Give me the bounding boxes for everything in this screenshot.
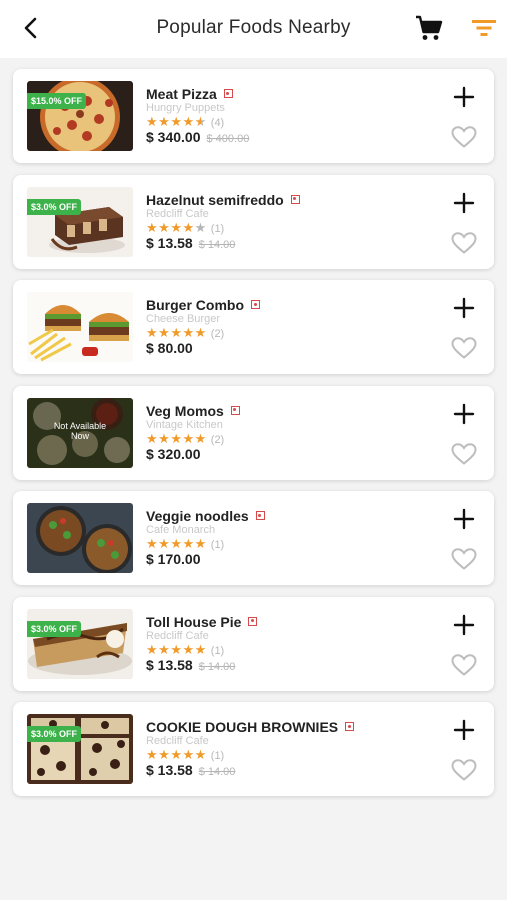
add-icon[interactable] <box>453 192 475 214</box>
rating-stars: ★★★★★ (2) <box>146 325 225 340</box>
rating-stars: ★★★★★ (4) <box>146 114 225 129</box>
restaurant-name: Redcliff Cafe <box>146 207 209 220</box>
restaurant-name: Hungry Puppets <box>146 102 225 114</box>
non-veg-icon <box>290 194 300 204</box>
food-name: Veggie noodles <box>146 508 265 524</box>
non-veg-icon <box>251 300 260 309</box>
food-name: Veg Momos <box>146 403 240 419</box>
food-image: $15.0% OFF <box>27 81 133 151</box>
availability-label: Not Available Now <box>53 420 107 441</box>
food-card[interactable]: $3.0% OFF Toll House Pie Redcliff Cafe ★… <box>13 596 494 691</box>
heart-icon[interactable] <box>450 231 478 255</box>
food-name: COOKIE DOUGH BROWNIES <box>146 719 355 735</box>
food-card[interactable]: Burger Combo Cheese Burger ★★★★★ (2) $ 80… <box>13 280 494 374</box>
restaurant-name: Redcliff Cafe <box>146 629 209 642</box>
add-icon[interactable] <box>453 297 475 319</box>
food-card[interactable]: Veggie noodles Cafe Monarch ★★★★★ (1) $ 1… <box>13 491 494 585</box>
add-icon[interactable] <box>453 86 475 108</box>
price: $ 170.00 <box>146 551 201 567</box>
price: $ 340.00 $ 400.00 <box>146 129 250 145</box>
heart-icon[interactable] <box>450 758 478 782</box>
add-icon[interactable] <box>453 719 475 741</box>
price: $ 320.00 <box>146 445 201 462</box>
food-image: $3.0% OFF <box>27 608 133 679</box>
heart-icon[interactable] <box>450 547 478 571</box>
food-name: Burger Combo <box>146 297 260 313</box>
food-name: Hazelnut semifreddo <box>146 192 300 208</box>
old-price: $ 14.00 <box>198 660 236 673</box>
discount-badge: $3.0% OFF <box>27 198 82 215</box>
food-image: $3.0% OFF <box>27 714 133 784</box>
rating-stars: ★★★★★ (1) <box>146 536 225 551</box>
heart-icon[interactable] <box>450 336 478 360</box>
old-price: $ 400.00 <box>206 133 250 145</box>
review-count: (1) <box>210 539 225 551</box>
price: $ 80.00 <box>146 340 193 356</box>
add-icon[interactable] <box>453 614 475 636</box>
price: $ 13.58 $ 14.00 <box>146 234 236 251</box>
rating-stars: ★★★★★ (2) <box>146 430 225 446</box>
discount-badge: $15.0% OFF <box>27 93 87 109</box>
heart-icon[interactable] <box>450 653 478 677</box>
food-name: Toll House Pie <box>146 614 258 630</box>
price: $ 13.58 $ 14.00 <box>146 762 236 778</box>
restaurant-name: Cafe Monarch <box>146 524 216 536</box>
food-card[interactable]: $3.0% OFF COOKIE DOUGH BROWNIES Redcliff… <box>13 702 494 796</box>
discount-badge: $3.0% OFF <box>27 620 82 637</box>
food-image: Not Available Now <box>27 397 133 468</box>
food-list: $15.0% OFF Meat Pizza Hungry Puppets ★★★… <box>13 69 494 808</box>
cart-icon[interactable] <box>414 14 444 42</box>
non-veg-icon <box>223 89 233 98</box>
rating-stars: ★★★★★ (1) <box>146 219 225 235</box>
restaurant-name: Vintage Kitchen <box>146 418 223 431</box>
review-count: (2) <box>210 433 225 446</box>
add-icon[interactable] <box>453 403 475 425</box>
food-card[interactable]: Not Available Now Veg Momos Vintage Kitc… <box>13 385 494 480</box>
non-veg-icon <box>255 511 265 520</box>
review-count: (1) <box>210 222 225 235</box>
review-count: (2) <box>210 328 225 340</box>
heart-icon[interactable] <box>450 125 478 149</box>
filter-icon[interactable] <box>470 17 498 39</box>
non-veg-icon <box>345 722 355 731</box>
food-name: Meat Pizza <box>146 86 233 102</box>
food-image <box>27 503 133 573</box>
review-count: (4) <box>210 117 225 129</box>
restaurant-name: Cheese Burger <box>146 313 220 325</box>
old-price: $ 14.00 <box>198 766 236 778</box>
non-veg-icon <box>230 405 240 415</box>
old-price: $ 14.00 <box>198 238 236 251</box>
restaurant-name: Redcliff Cafe <box>146 735 209 747</box>
food-card[interactable]: $3.0% OFF Hazelnut semifreddo Redcliff C… <box>13 174 494 269</box>
food-card[interactable]: $15.0% OFF Meat Pizza Hungry Puppets ★★★… <box>13 69 494 163</box>
heart-icon[interactable] <box>450 442 478 466</box>
price: $ 13.58 $ 14.00 <box>146 656 236 673</box>
top-app-bar: Popular Foods Nearby <box>0 0 507 58</box>
review-count: (1) <box>210 750 225 762</box>
non-veg-icon <box>248 616 258 626</box>
food-image <box>27 292 133 362</box>
food-image: $3.0% OFF <box>27 186 133 257</box>
add-icon[interactable] <box>453 508 475 530</box>
rating-stars: ★★★★★ (1) <box>146 747 225 762</box>
review-count: (1) <box>210 644 225 657</box>
rating-stars: ★★★★★ (1) <box>146 641 225 657</box>
discount-badge: $3.0% OFF <box>27 726 82 742</box>
